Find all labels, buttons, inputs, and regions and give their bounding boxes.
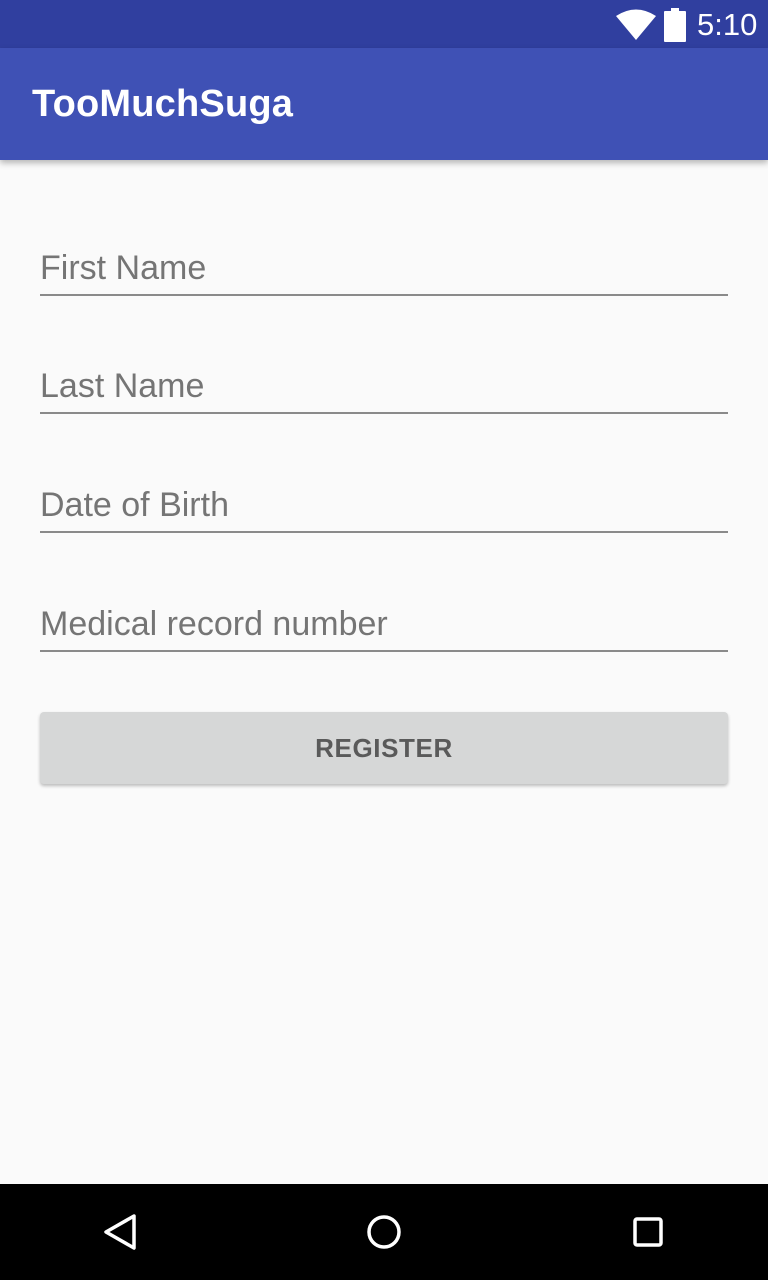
home-icon[interactable] [356, 1204, 412, 1260]
back-icon[interactable] [92, 1204, 148, 1260]
status-time: 5:10 [697, 7, 758, 42]
wifi-icon [616, 9, 656, 40]
register-button[interactable]: REGISTER [40, 712, 728, 784]
date-of-birth-field[interactable] [40, 469, 728, 533]
last-name-input[interactable] [40, 350, 728, 412]
medical-record-number-field[interactable] [40, 588, 728, 652]
battery-icon [664, 8, 686, 42]
date-of-birth-input[interactable] [40, 469, 728, 531]
status-bar: 5:10 [0, 0, 768, 48]
register-button-label: REGISTER [315, 732, 453, 763]
navigation-bar [0, 1184, 768, 1280]
app-title: TooMuchSuga [32, 83, 294, 125]
medical-record-number-input[interactable] [40, 588, 728, 650]
recents-icon[interactable] [620, 1204, 676, 1260]
first-name-input[interactable] [40, 232, 728, 294]
app-bar: TooMuchSuga [0, 48, 768, 160]
last-name-field[interactable] [40, 350, 728, 414]
first-name-field[interactable] [40, 232, 728, 296]
